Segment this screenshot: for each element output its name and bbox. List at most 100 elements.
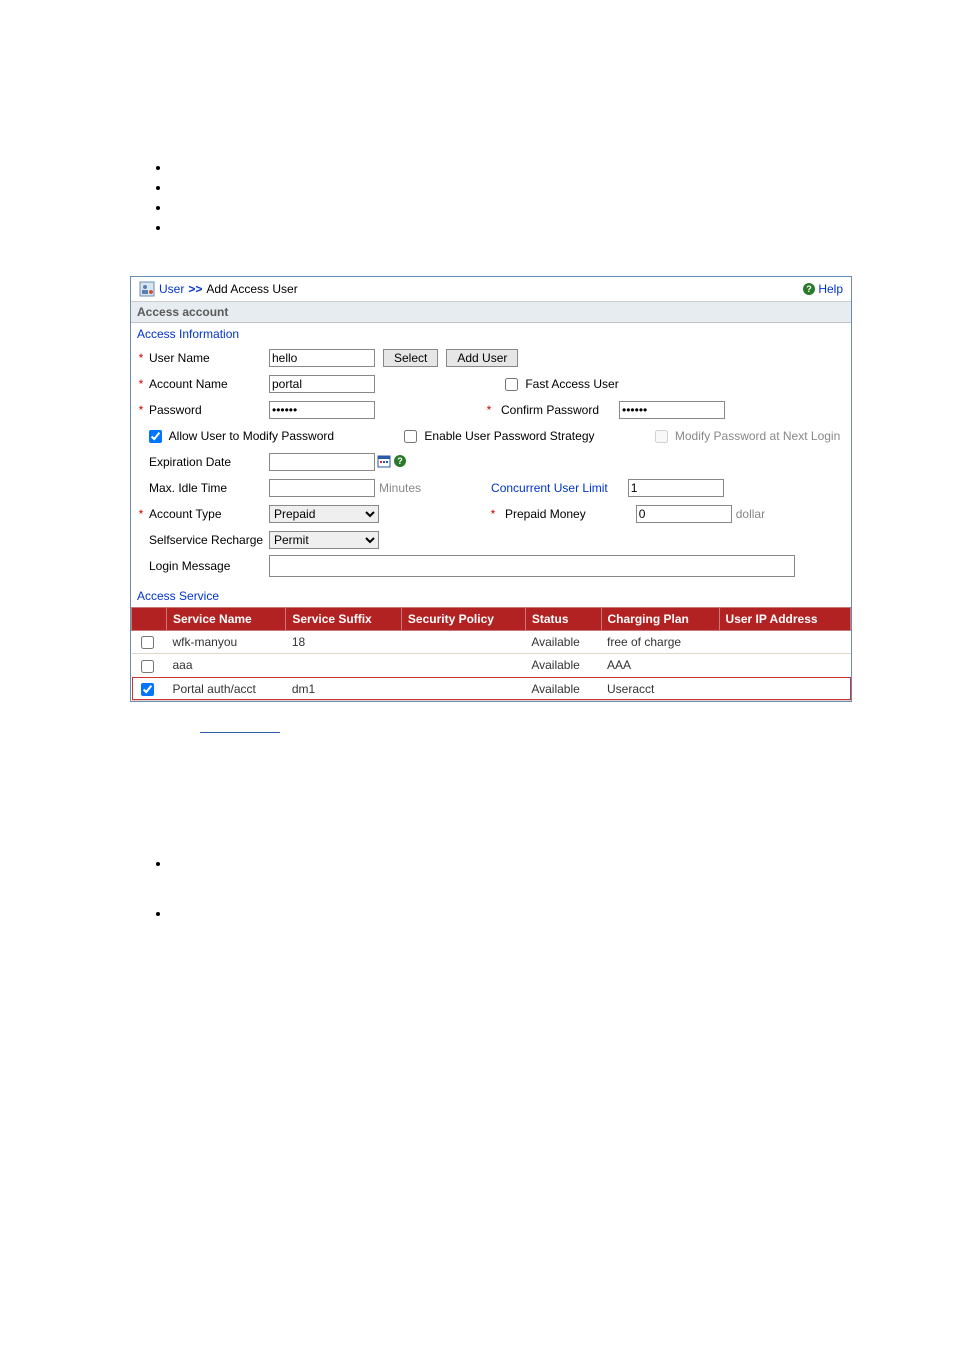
cell-suffix — [286, 654, 402, 677]
cell-status: Available — [525, 677, 601, 700]
breadcrumb-current: Add Access User — [206, 282, 297, 296]
list-item — [170, 200, 954, 216]
cell-policy — [401, 654, 525, 677]
intro-bullet-list — [170, 160, 954, 236]
list-item — [170, 906, 954, 936]
cell-plan: AAA — [601, 654, 719, 677]
add-access-user-panel: User >> Add Access User ? Help Access ac… — [130, 276, 852, 702]
minutes-label: Minutes — [379, 481, 421, 495]
account-type-select[interactable]: Prepaid — [269, 505, 379, 523]
table-row[interactable]: Portal auth/acct dm1 Available Useracct — [132, 677, 851, 700]
cell-service-name: Portal auth/acct — [167, 677, 286, 700]
required-star: * — [137, 351, 145, 365]
row-checkbox[interactable] — [141, 683, 154, 696]
calendar-icon[interactable] — [377, 454, 391, 471]
account-type-label: Account Type — [149, 507, 269, 521]
th-checkbox — [132, 608, 167, 631]
cell-suffix: dm1 — [286, 677, 402, 700]
max-idle-label: Max. Idle Time — [149, 481, 269, 495]
help-icon: ? — [802, 282, 816, 296]
allow-modify-group: Allow User to Modify Password — [149, 429, 334, 443]
cell-status: Available — [525, 654, 601, 677]
required-star: * — [137, 377, 145, 391]
table-row[interactable]: wfk-manyou 18 Available free of charge — [132, 631, 851, 654]
confirm-password-input[interactable] — [619, 401, 725, 419]
cell-status: Available — [525, 631, 601, 654]
prepaid-money-label: Prepaid Money — [505, 507, 586, 521]
cell-ip — [719, 631, 850, 654]
breadcrumb-bar: User >> Add Access User ? Help — [131, 277, 851, 302]
list-item — [170, 220, 954, 236]
cell-ip — [719, 654, 850, 677]
expiration-label: Expiration Date — [149, 455, 269, 469]
row-checkbox[interactable] — [141, 660, 154, 673]
allow-modify-label: Allow User to Modify Password — [169, 429, 334, 443]
fast-access-group: Fast Access User — [505, 377, 619, 391]
cell-plan: Useracct — [601, 677, 719, 700]
cell-policy — [401, 631, 525, 654]
breadcrumb-sep: >> — [188, 282, 202, 296]
access-service-title: Access Service — [131, 585, 851, 607]
th-status[interactable]: Status — [525, 608, 601, 631]
help-icon[interactable]: ? — [393, 454, 407, 471]
fast-access-label: Fast Access User — [525, 377, 618, 391]
cell-service-name: aaa — [167, 654, 286, 677]
concurrent-label: Concurrent User Limit — [491, 481, 608, 495]
svg-text:?: ? — [807, 284, 813, 294]
concurrent-input[interactable] — [628, 479, 724, 497]
cell-service-name: wfk-manyou — [167, 631, 286, 654]
help-label: Help — [818, 282, 843, 296]
th-service-name[interactable]: Service Name — [167, 608, 286, 631]
user-name-label: User Name — [149, 351, 269, 365]
access-information-form: * User Name Select Add User * Account Na… — [131, 345, 851, 585]
modify-next-label: Modify Password at Next Login — [675, 429, 840, 443]
link-underline — [200, 731, 280, 733]
help-link[interactable]: ? Help — [802, 282, 843, 296]
list-item — [170, 160, 954, 176]
cell-ip — [719, 677, 850, 700]
notes-list — [170, 856, 954, 936]
modify-next-group: Modify Password at Next Login — [655, 429, 841, 443]
login-msg-input[interactable] — [269, 555, 795, 577]
account-name-label: Account Name — [149, 377, 269, 391]
cell-suffix: 18 — [286, 631, 402, 654]
th-user-ip[interactable]: User IP Address — [719, 608, 850, 631]
max-idle-input[interactable] — [269, 479, 375, 497]
password-input[interactable] — [269, 401, 375, 419]
th-security-policy[interactable]: Security Policy — [401, 608, 525, 631]
dollar-label: dollar — [736, 507, 765, 521]
access-service-table: Service Name Service Suffix Security Pol… — [131, 607, 851, 701]
modify-next-checkbox[interactable] — [655, 430, 668, 443]
list-item — [170, 856, 954, 886]
cell-plan: free of charge — [601, 631, 719, 654]
add-user-button[interactable]: Add User — [446, 349, 518, 367]
required-star: * — [485, 403, 493, 417]
select-button[interactable]: Select — [383, 349, 438, 367]
enable-strategy-checkbox[interactable] — [404, 430, 417, 443]
breadcrumb-root[interactable]: User — [159, 282, 184, 296]
allow-modify-checkbox[interactable] — [149, 430, 162, 443]
access-information-title: Access Information — [131, 323, 851, 345]
user-name-input[interactable] — [269, 349, 375, 367]
required-star: * — [489, 507, 497, 521]
login-msg-label: Login Message — [149, 559, 269, 573]
fast-access-checkbox[interactable] — [505, 378, 518, 391]
account-name-input[interactable] — [269, 375, 375, 393]
required-star: * — [137, 403, 145, 417]
cell-policy — [401, 677, 525, 700]
table-row[interactable]: aaa Available AAA — [132, 654, 851, 677]
th-service-suffix[interactable]: Service Suffix — [286, 608, 402, 631]
user-tree-icon — [139, 281, 155, 297]
list-item — [170, 180, 954, 196]
enable-strategy-group: Enable User Password Strategy — [404, 429, 594, 443]
expiration-input[interactable] — [269, 453, 375, 471]
section-title: Access account — [131, 302, 851, 323]
selfservice-select[interactable]: Permit — [269, 531, 379, 549]
password-label: Password — [149, 403, 269, 417]
selfservice-label: Selfservice Recharge — [149, 533, 269, 547]
th-charging-plan[interactable]: Charging Plan — [601, 608, 719, 631]
row-checkbox[interactable] — [141, 636, 154, 649]
prepaid-money-input[interactable] — [636, 505, 732, 523]
enable-strategy-label: Enable User Password Strategy — [424, 429, 594, 443]
confirm-password-label: Confirm Password — [501, 403, 599, 417]
